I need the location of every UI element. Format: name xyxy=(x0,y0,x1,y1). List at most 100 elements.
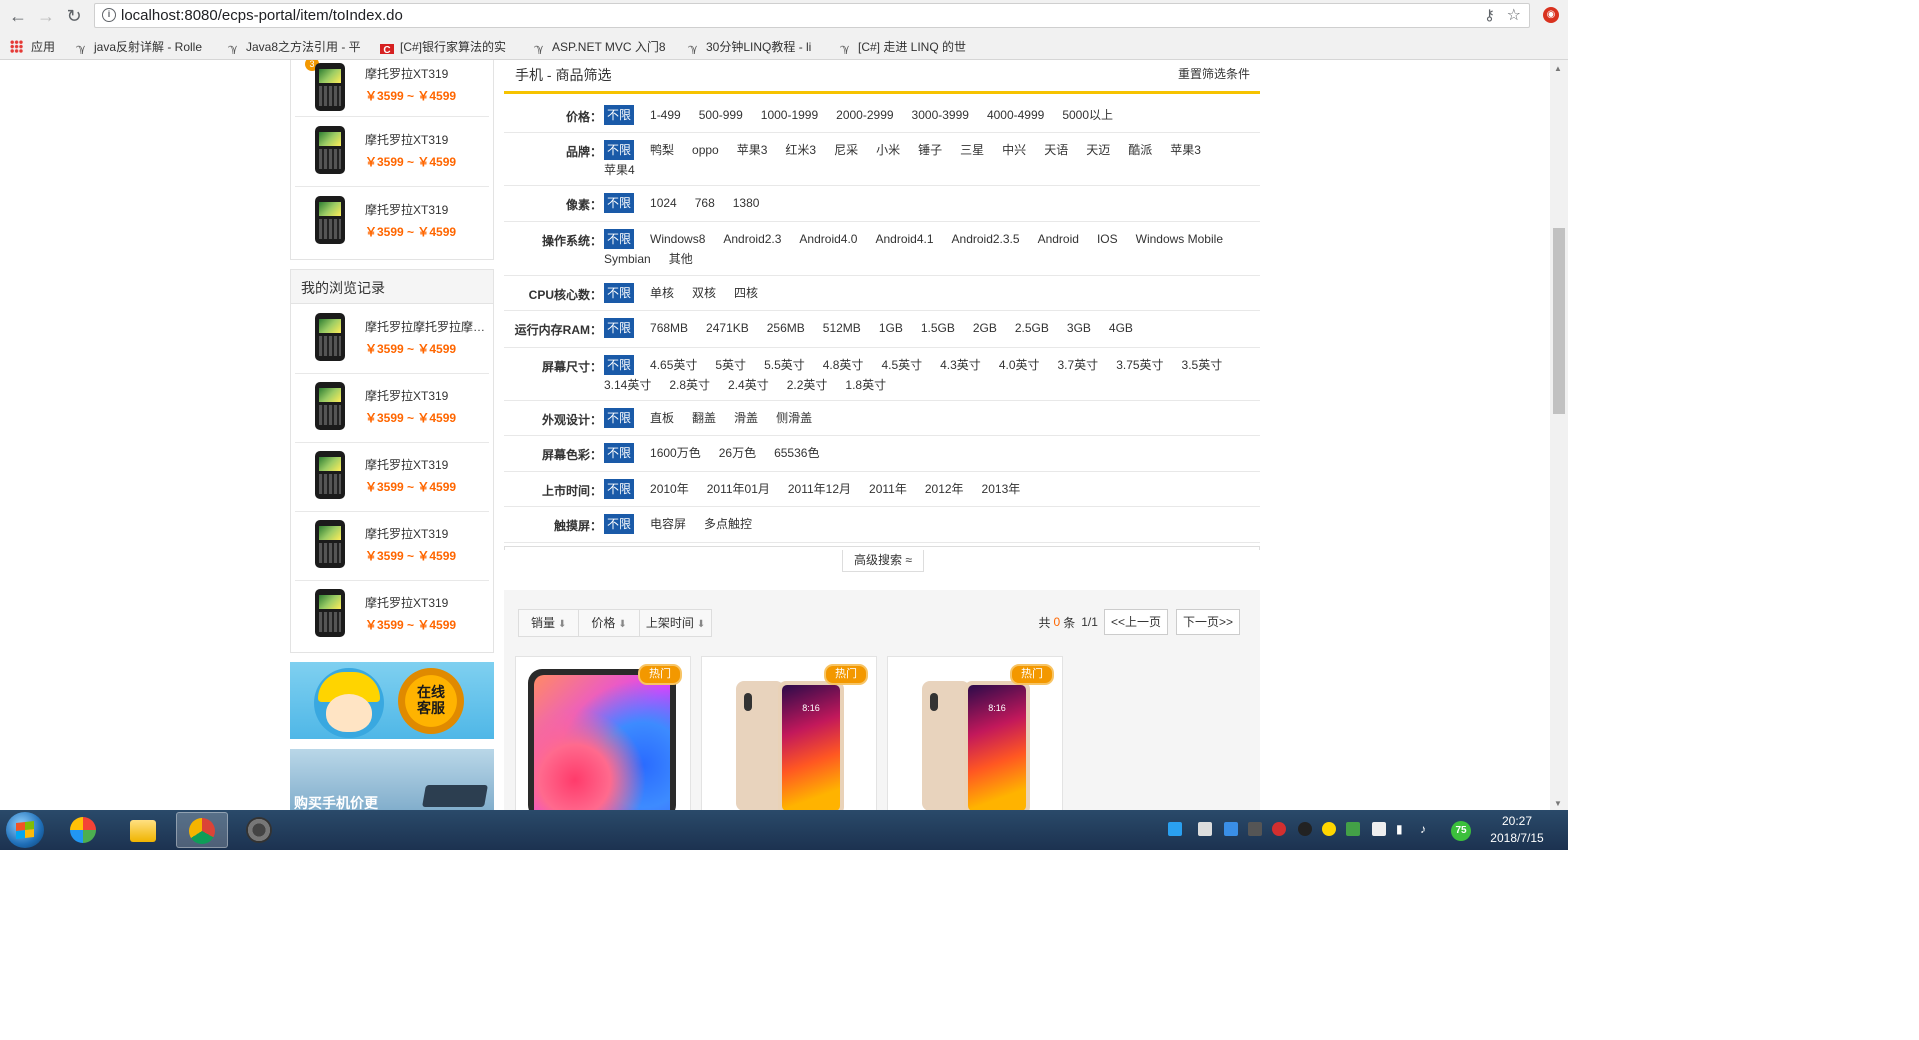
product-thumbnail[interactable] xyxy=(315,589,345,637)
product-thumbnail[interactable] xyxy=(315,196,345,244)
filter-option[interactable]: 电容屏 xyxy=(650,514,686,534)
filter-option[interactable]: 2.8英寸 xyxy=(669,375,710,395)
volume-icon[interactable]: ♪ xyxy=(1420,822,1426,836)
bookmark-item[interactable]: ℽ java反射详解 - Rolle xyxy=(74,38,212,54)
product-thumbnail[interactable] xyxy=(315,126,345,174)
filter-option[interactable]: 2471KB xyxy=(706,318,749,338)
filter-option[interactable]: 5英寸 xyxy=(715,355,746,375)
tray-icon[interactable] xyxy=(1272,822,1286,836)
product-name[interactable]: 摩托罗拉XT319 xyxy=(365,594,487,611)
filter-option[interactable]: 滑盖 xyxy=(734,408,758,428)
filter-option[interactable]: 2013年 xyxy=(982,479,1021,499)
page-scrollbar[interactable]: ▲ ▼ xyxy=(1550,60,1568,810)
reset-filter-link[interactable]: 重置筛选条件 xyxy=(1178,65,1250,82)
filter-option[interactable]: 4.0英寸 xyxy=(999,355,1040,375)
filter-option[interactable]: 苹果3 xyxy=(737,140,768,160)
filter-option[interactable]: Android2.3.5 xyxy=(952,229,1020,249)
scroll-up-icon[interactable]: ▲ xyxy=(1554,64,1562,73)
filter-option[interactable]: 其他 xyxy=(669,249,693,269)
reload-icon[interactable]: ↻ xyxy=(64,6,84,26)
filter-option[interactable]: 3.7英寸 xyxy=(1058,355,1099,375)
filter-option[interactable]: 4.8英寸 xyxy=(823,355,864,375)
filter-option[interactable]: 四核 xyxy=(734,283,758,303)
filter-option[interactable]: 单核 xyxy=(650,283,674,303)
security-icon[interactable] xyxy=(1346,822,1360,836)
taskbar-app-media[interactable] xyxy=(58,812,110,848)
filter-option[interactable]: 256MB xyxy=(767,318,805,338)
taskbar-app-explorer[interactable] xyxy=(118,812,170,848)
forward-icon[interactable]: → xyxy=(36,6,56,26)
filter-option[interactable]: 1.5GB xyxy=(921,318,955,338)
bookmark-apps[interactable]: 应用 xyxy=(10,38,55,54)
filter-option[interactable]: 1024 xyxy=(650,193,677,213)
scroll-down-icon[interactable]: ▼ xyxy=(1554,799,1562,808)
bookmark-star-icon[interactable]: ☆ xyxy=(1507,5,1521,25)
filter-option[interactable]: 768 xyxy=(695,193,715,213)
filter-option[interactable]: Symbian xyxy=(604,249,651,269)
sort-sales-button[interactable]: 销量 ⬇ xyxy=(519,610,580,636)
filter-option-all[interactable]: 不限 xyxy=(604,105,635,125)
filter-option[interactable]: 768MB xyxy=(650,318,688,338)
filter-option[interactable]: 512MB xyxy=(823,318,861,338)
filter-option[interactable]: Android xyxy=(1038,229,1079,249)
tray-icon[interactable] xyxy=(1224,822,1238,836)
filter-option-all[interactable]: 不限 xyxy=(604,140,635,160)
filter-option[interactable]: 2011年01月 xyxy=(707,479,770,499)
extension-icon[interactable]: ◉ xyxy=(1543,7,1559,23)
online-service-banner[interactable]: 在线 客服 xyxy=(290,662,494,739)
filter-option[interactable]: 3000-3999 xyxy=(912,105,969,125)
filter-option[interactable]: 酷派 xyxy=(1128,140,1152,160)
product-name[interactable]: 摩托罗拉摩托罗拉摩托罗拉XT319 xyxy=(365,318,487,335)
filter-option[interactable]: 2.5GB xyxy=(1015,318,1049,338)
filter-option-all[interactable]: 不限 xyxy=(604,355,635,375)
product-image[interactable]: 8:16 xyxy=(922,681,1030,810)
bookmark-item[interactable]: ℽ ASP.NET MVC 入门8 xyxy=(532,38,672,54)
flag-icon[interactable] xyxy=(1372,822,1386,836)
product-name[interactable]: 摩托罗拉XT319 xyxy=(365,201,487,218)
filter-option-all[interactable]: 不限 xyxy=(604,283,635,303)
start-button[interactable] xyxy=(6,812,44,848)
product-name[interactable]: 摩托罗拉XT319 xyxy=(365,456,487,473)
filter-option[interactable]: 1.8英寸 xyxy=(845,375,886,395)
filter-option[interactable]: 2.2英寸 xyxy=(787,375,828,395)
filter-option[interactable]: 1000-1999 xyxy=(761,105,818,125)
filter-option[interactable]: 5000以上 xyxy=(1062,105,1113,125)
filter-option[interactable]: 1380 xyxy=(733,193,760,213)
bookmark-item[interactable]: C [C#]银行家算法的实 xyxy=(380,38,518,54)
url-text[interactable]: localhost:8080/ecps-portal/item/toIndex.… xyxy=(121,7,403,24)
address-bar[interactable]: i localhost:8080/ecps-portal/item/toInde… xyxy=(94,3,1530,28)
qq-penguin-icon[interactable] xyxy=(1298,822,1312,836)
filter-option-all[interactable]: 不限 xyxy=(604,229,635,249)
filter-option[interactable]: 2010年 xyxy=(650,479,689,499)
product-name[interactable]: 摩托罗拉XT319 xyxy=(365,387,487,404)
product-thumbnail[interactable] xyxy=(315,451,345,499)
product-image[interactable] xyxy=(528,669,676,810)
product-card[interactable]: 热门 xyxy=(515,656,691,810)
filter-option[interactable]: 2011年12月 xyxy=(788,479,851,499)
list-item[interactable]: 摩托罗拉XT319 ￥3599 ~ ￥4599 xyxy=(295,580,489,649)
list-item[interactable]: 摩托罗拉摩托罗拉摩托罗拉XT319 ￥3599 ~ ￥4599 xyxy=(295,304,489,374)
filter-option-all[interactable]: 不限 xyxy=(604,408,635,428)
list-item[interactable]: 摩托罗拉XT319 ￥3599 ~ ￥4599 xyxy=(295,373,489,443)
filter-option[interactable]: 4.65英寸 xyxy=(650,355,697,375)
filter-option[interactable]: 4000-4999 xyxy=(987,105,1044,125)
filter-option[interactable]: 2.4英寸 xyxy=(728,375,769,395)
filter-option[interactable]: 4GB xyxy=(1109,318,1133,338)
filter-option[interactable]: 4.3英寸 xyxy=(940,355,981,375)
filter-option[interactable]: 1-499 xyxy=(650,105,681,125)
system-clock[interactable]: 20:27 2018/7/15 xyxy=(1482,813,1552,847)
filter-option[interactable]: 天语 xyxy=(1044,140,1068,160)
filter-option[interactable]: Windows Mobile xyxy=(1136,229,1223,249)
info-icon[interactable]: i xyxy=(102,8,116,22)
filter-option[interactable]: Android2.3 xyxy=(723,229,781,249)
filter-option[interactable]: IOS xyxy=(1097,229,1118,249)
filter-option[interactable]: 3.75英寸 xyxy=(1116,355,1163,375)
filter-option[interactable]: 鸭梨 xyxy=(650,140,674,160)
filter-option[interactable]: 500-999 xyxy=(699,105,743,125)
key-icon[interactable]: ⚷ xyxy=(1484,6,1495,24)
bookmark-item[interactable]: ℽ Java8之方法引用 - 平 xyxy=(226,38,366,54)
filter-option[interactable]: 3.5英寸 xyxy=(1182,355,1223,375)
product-name[interactable]: 摩托罗拉XT319 xyxy=(365,65,487,82)
prev-page-button[interactable]: <<上一页 xyxy=(1103,609,1168,635)
filter-option[interactable]: 3GB xyxy=(1067,318,1091,338)
